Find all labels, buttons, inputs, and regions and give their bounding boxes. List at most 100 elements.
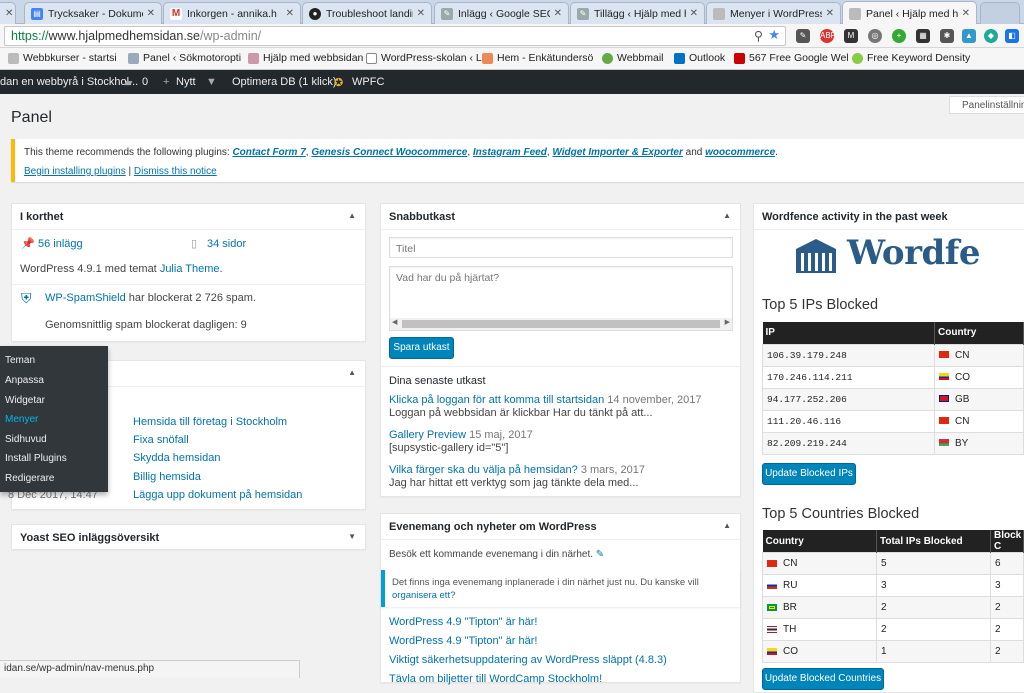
close-icon[interactable]: ✕ bbox=[962, 8, 970, 19]
plus-icon: + bbox=[163, 76, 170, 88]
toggle-up-icon[interactable]: ▲ bbox=[723, 211, 731, 220]
activity-link-0[interactable]: Hemsida till företag i Stockholm bbox=[133, 416, 287, 428]
star-icon[interactable]: ★ bbox=[768, 26, 780, 44]
bookmark-6[interactable]: Outlook bbox=[674, 52, 725, 64]
screen-options-button[interactable]: Panelinställning bbox=[949, 96, 1024, 114]
begin-installing-link[interactable]: Begin installing plugins bbox=[24, 166, 126, 177]
activity-link-4[interactable]: Lägga upp dokument på hemsidan bbox=[133, 489, 302, 501]
bookmark-8[interactable]: Free Keyword Density bbox=[852, 52, 970, 64]
search-icon[interactable]: ⚲ bbox=[754, 27, 763, 45]
toggle-up-icon[interactable]: ▲ bbox=[723, 521, 731, 530]
plugin-link-instagram[interactable]: Instagram Feed bbox=[473, 147, 547, 158]
optimera-db-link[interactable]: Optimera DB (1 klick) bbox=[232, 76, 337, 88]
edit-location-icon[interactable]: ✎ bbox=[596, 549, 604, 560]
tab-4[interactable]: ✎ Tillägg ‹ Hjälp med h ✕ bbox=[570, 2, 705, 24]
draft-link-2[interactable]: Vilka färger ska du välja på hemsidan? bbox=[389, 464, 578, 476]
activity-link-1[interactable]: Fixa snöfall bbox=[133, 434, 189, 446]
menu-item-sidhuvud[interactable]: Sidhuvud bbox=[5, 434, 47, 445]
close-icon[interactable]: ✕ bbox=[690, 8, 698, 19]
toggle-up-icon[interactable]: ▲ bbox=[348, 211, 356, 220]
tab-3[interactable]: ✎ Inlägg ‹ Google SEO ✕ bbox=[434, 2, 569, 24]
news-link-2[interactable]: Viktigt säkerhetsuppdatering av WordPres… bbox=[389, 654, 667, 666]
extension-plus-icon[interactable]: + bbox=[892, 29, 906, 43]
close-icon[interactable]: ✕ bbox=[147, 8, 155, 19]
extension-icon[interactable]: ◆ bbox=[984, 29, 998, 43]
close-icon[interactable]: ✕ bbox=[554, 8, 562, 19]
bookmark-4[interactable]: Hem - Enkätundersö bbox=[482, 52, 593, 64]
menu-item-widgetar[interactable]: Widgetar bbox=[5, 395, 45, 406]
bookmark-7[interactable]: 567 Free Google Wel bbox=[734, 52, 849, 64]
menu-item-anpassa[interactable]: Anpassa bbox=[5, 375, 44, 386]
news-link-1[interactable]: WordPress 4.9 "Tipton" är här! bbox=[389, 635, 537, 647]
menu-item-redigerare[interactable]: Redigerare bbox=[5, 473, 54, 484]
tab-0[interactable]: ▤ Trycksaker - Dokume ✕ bbox=[24, 2, 162, 24]
extension-icon[interactable]: ◎ bbox=[868, 29, 882, 43]
tab-1[interactable]: M Inkorgen - annika.h ✕ bbox=[163, 2, 301, 24]
bookmark-1[interactable]: Panel ‹ Sökmotoropti bbox=[128, 52, 241, 64]
save-draft-button[interactable]: Spara utkast bbox=[389, 337, 454, 359]
bookmarks-bar: Webbkurser - startsi Panel ‹ Sökmotoropt… bbox=[0, 48, 1024, 70]
close-icon[interactable]: ✕ bbox=[286, 8, 294, 19]
activity-link-3[interactable]: Billig hemsida bbox=[133, 471, 201, 483]
draft-title-input[interactable]: Titel bbox=[389, 237, 733, 258]
organize-event-link[interactable]: organisera ett? bbox=[392, 590, 455, 601]
scroll-right-icon[interactable]: ▶ bbox=[725, 318, 730, 326]
news-link-0[interactable]: WordPress 4.9 "Tipton" är här! bbox=[389, 616, 537, 628]
yoast-icon[interactable]: ▼ bbox=[206, 76, 217, 88]
extension-icon[interactable]: ▲ bbox=[962, 29, 976, 43]
extension-icon[interactable]: ✱ bbox=[940, 29, 954, 43]
toggle-up-icon[interactable]: ▲ bbox=[348, 368, 356, 377]
extension-m-icon[interactable]: M bbox=[844, 29, 858, 43]
wpfc-link[interactable]: WPFC bbox=[352, 76, 384, 88]
update-blocked-ips-button[interactable]: Update Blocked IPs bbox=[762, 463, 856, 485]
tab-6-active[interactable]: Panel ‹ Hjälp med he ✕ bbox=[842, 1, 977, 25]
menu-item-install-plugins[interactable]: Install Plugins bbox=[5, 453, 67, 464]
url-input[interactable]: https://www.hjalpmedhemsidan.se/wp-admin… bbox=[4, 26, 786, 46]
theme-link[interactable]: Julia Theme bbox=[160, 263, 220, 275]
widget-header[interactable]: I korthet ▲ bbox=[12, 204, 365, 230]
extension-icon[interactable]: ◧ bbox=[1005, 29, 1019, 43]
adblock-icon[interactable]: ABP bbox=[820, 29, 836, 43]
plugin-link-woocommerce[interactable]: woocommerce bbox=[705, 147, 775, 158]
news-link-3[interactable]: Tävla om biljetter till WordCamp Stockho… bbox=[389, 673, 602, 685]
draft-content-textarea[interactable]: Vad har du på hjärtat? ◀ ▶ bbox=[389, 266, 733, 331]
mail-icon bbox=[602, 52, 613, 64]
tab-close-partial[interactable]: ✕ bbox=[0, 2, 16, 24]
close-icon[interactable]: ✕ bbox=[417, 8, 425, 19]
widget-header[interactable]: Evenemang och nyheter om WordPress ▲ bbox=[381, 514, 740, 540]
comment-count[interactable]: 0 bbox=[142, 76, 148, 88]
tab-5[interactable]: Menyer i WordPress ✕ bbox=[706, 2, 841, 24]
widget-header[interactable]: Yoast SEO inläggsöversikt ▼ bbox=[12, 525, 365, 551]
spamshield-link[interactable]: WP-SpamShield bbox=[45, 292, 126, 304]
pages-count-link[interactable]: 34 sidor bbox=[207, 238, 246, 250]
comment-icon[interactable]: ▰ bbox=[124, 76, 132, 89]
toggle-down-icon[interactable]: ▼ bbox=[348, 532, 356, 541]
extension-icon[interactable]: ▦ bbox=[916, 29, 930, 43]
draft-link-0[interactable]: Klicka på loggan för att komma till star… bbox=[389, 394, 604, 406]
extension-icon[interactable]: ✎ bbox=[796, 29, 810, 43]
widget-header[interactable]: Wordfence activity in the past week bbox=[754, 204, 1024, 230]
update-blocked-countries-button[interactable]: Update Blocked Countries bbox=[762, 668, 884, 690]
plugin-link-contact-form-7[interactable]: Contact Form 7 bbox=[232, 147, 305, 158]
bookmark-3[interactable]: WordPress-skolan ‹ L bbox=[366, 52, 482, 64]
menu-item-menyer[interactable]: Menyer bbox=[5, 414, 38, 425]
plugin-link-widget-importer[interactable]: Widget Importer & Exporter bbox=[552, 147, 682, 158]
plugin-link-genesis[interactable]: Genesis Connect Woocommerce bbox=[311, 147, 467, 158]
new-content-link[interactable]: Nytt bbox=[176, 76, 196, 88]
horizontal-scrollbar[interactable]: ◀ ▶ bbox=[390, 318, 732, 330]
table-row: TH 2 2 bbox=[762, 618, 1024, 641]
draft-link-1[interactable]: Gallery Preview bbox=[389, 429, 466, 441]
bookmark-2[interactable]: Hjälp med webbsidan bbox=[248, 52, 363, 64]
close-icon[interactable]: ✕ bbox=[826, 8, 834, 19]
bookmark-0[interactable]: Webbkurser - startsi bbox=[8, 52, 117, 64]
scroll-left-icon[interactable]: ◀ bbox=[392, 318, 397, 326]
new-tab-button[interactable] bbox=[980, 2, 1020, 24]
bookmark-5[interactable]: Webbmail bbox=[602, 52, 664, 64]
site-name-link[interactable]: dan en webbyrå i Stockhol... bbox=[0, 76, 138, 88]
posts-count-link[interactable]: 56 inlägg bbox=[38, 238, 83, 250]
dismiss-notice-link[interactable]: Dismiss this notice bbox=[134, 166, 217, 177]
activity-link-2[interactable]: Skydda hemsidan bbox=[133, 452, 220, 464]
tab-2[interactable]: ● Troubleshoot landin ✕ bbox=[302, 2, 432, 24]
widget-header[interactable]: Snabbutkast ▲ bbox=[381, 204, 740, 230]
menu-item-teman[interactable]: Teman bbox=[5, 355, 35, 366]
